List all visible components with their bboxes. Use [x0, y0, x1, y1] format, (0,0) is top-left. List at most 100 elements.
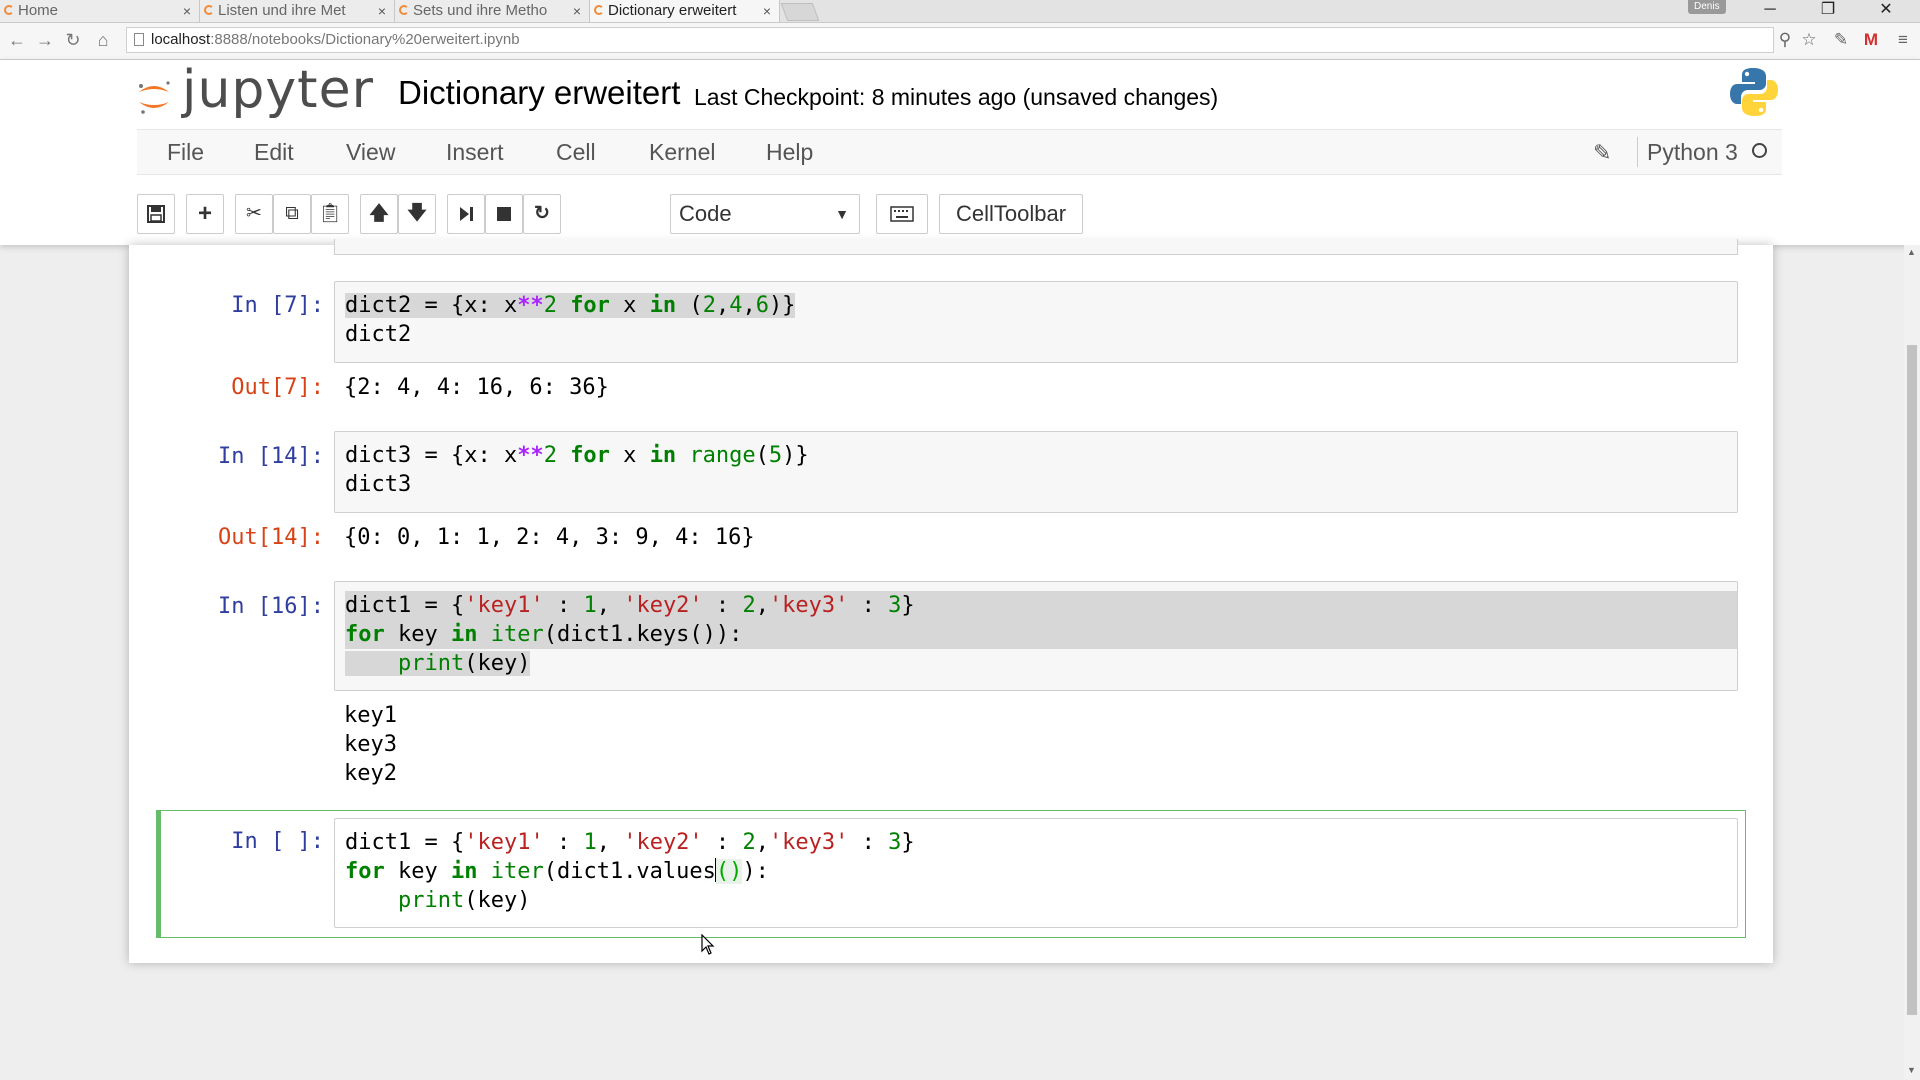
tab-dictionary-erweitert[interactable]: Dictionary erweitert × [590, 0, 780, 22]
chevron-down-icon: ▼ [835, 206, 849, 222]
kernel-idle-indicator-icon [1752, 143, 1767, 158]
page-scrollbar[interactable]: ▲ ▼ [1904, 245, 1920, 1080]
menu-insert[interactable]: Insert [444, 130, 506, 174]
menu-cell[interactable]: Cell [554, 130, 598, 174]
previous-cell-bottom [334, 239, 1738, 255]
extension-icon[interactable]: ✎ [1830, 29, 1852, 51]
move-down-button[interactable]: 🡇 [398, 194, 436, 234]
code-line: print(key) [345, 649, 1737, 678]
kernel-divider [1637, 137, 1638, 167]
jupyter-header: jupyter Dictionary erweitert Last Checkp… [0, 60, 1920, 245]
menu-bar: File Edit View Insert Cell Kernel Help ✎… [137, 129, 1782, 175]
move-up-button[interactable]: 🡅 [360, 194, 398, 234]
step-forward-icon [460, 207, 473, 221]
input-prompt: In [ ]: [231, 829, 324, 854]
code-line: for key in iter(dict1.keys()): [345, 620, 1737, 649]
tab-close-icon[interactable]: × [378, 0, 386, 22]
tab-sets[interactable]: Sets und ihre Metho × [395, 0, 590, 22]
notebook-title[interactable]: Dictionary erweitert [398, 74, 680, 112]
browser-tab-bar: Home × Listen und ihre Met × Sets und ih… [0, 0, 1920, 23]
gmail-extension-icon[interactable]: M [1860, 29, 1882, 51]
code-line: print(key) [397, 888, 531, 913]
tab-home[interactable]: Home × [0, 0, 200, 22]
jupyter-favicon-icon [4, 5, 14, 15]
plus-icon: + [197, 200, 212, 227]
code-line: dict1 = {'key1' : 1, 'key2' : 2,'key3' :… [345, 591, 1737, 620]
reload-icon[interactable]: ↻ [62, 29, 84, 51]
run-button[interactable] [447, 194, 485, 234]
paste-button[interactable]: 📋︎ [311, 194, 349, 234]
cell-output-line: key2 [344, 761, 397, 786]
output-prompt: Out[14]: [218, 525, 324, 550]
forward-icon[interactable]: → [34, 29, 56, 51]
copy-icon: ⧉ [285, 203, 299, 224]
address-toolbar: ← → ↻ ⌂ localhost:8888/notebooks/Diction… [0, 23, 1920, 60]
tab-listen[interactable]: Listen und ihre Met × [200, 0, 395, 22]
minimize-button[interactable]: ─ [1742, 0, 1798, 22]
menu-file[interactable]: File [165, 130, 206, 174]
restore-button[interactable]: ❐ [1800, 0, 1856, 22]
notebook-container: In [7]: dict2 = {x: x**2 for x in (2,4,6… [129, 239, 1773, 963]
scrollbar-thumb[interactable] [1907, 345, 1917, 1015]
python-logo-icon [1730, 68, 1778, 116]
scroll-down-icon[interactable]: ▼ [1907, 1065, 1916, 1075]
cell-type-select[interactable]: Code ▼ [670, 194, 860, 234]
menu-kernel[interactable]: Kernel [647, 130, 717, 174]
back-icon[interactable]: ← [6, 29, 28, 51]
checkpoint-status: Last Checkpoint: 8 minutes ago (unsaved … [694, 84, 1219, 110]
code-cell-input[interactable]: dict2 = {x: x**2 for x in (2,4,6)} dict2 [334, 281, 1738, 363]
output-prompt: Out[7]: [231, 375, 324, 400]
url-host: localhost [151, 31, 211, 48]
url-path: :8888/notebooks/Dictionary%20erweitert.i… [210, 31, 520, 48]
code-editor[interactable]: dict3 = {x: x**2 for x in range(5)} dict3 [345, 441, 809, 499]
browser-menu-icon[interactable]: ≡ [1892, 29, 1914, 51]
menu-edit[interactable]: Edit [252, 130, 296, 174]
menu-view[interactable]: View [344, 130, 397, 174]
scissors-icon: ✂ [246, 203, 262, 224]
tab-close-icon[interactable]: × [763, 0, 771, 22]
tab-label: Sets und ihre Metho [413, 2, 548, 19]
menu-help[interactable]: Help [764, 130, 815, 174]
tab-label: Listen und ihre Met [218, 2, 346, 19]
code-cell-input[interactable]: dict1 = {'key1' : 1, 'key2' : 2,'key3' :… [334, 581, 1738, 691]
code-editor[interactable]: dict1 = {'key1' : 1, 'key2' : 2,'key3' :… [345, 828, 915, 915]
celltoolbar-button[interactable]: CellToolbar [939, 194, 1083, 234]
jupyter-favicon-icon [594, 5, 604, 15]
code-cell-input[interactable]: dict1 = {'key1' : 1, 'key2' : 2,'key3' :… [334, 818, 1738, 928]
paste-icon: 📋︎ [317, 203, 343, 224]
copy-button[interactable]: ⧉ [273, 194, 311, 234]
mouse-pointer-icon [701, 934, 715, 955]
restart-kernel-button[interactable]: ↻ [523, 194, 561, 234]
input-prompt: In [7]: [231, 293, 324, 318]
code-editor[interactable]: dict1 = {'key1' : 1, 'key2' : 2,'key3' :… [335, 591, 1737, 678]
code-editor[interactable]: dict2 = {x: x**2 for x in (2,4,6)} dict2 [345, 291, 796, 349]
cell-output-line: key1 [344, 703, 397, 728]
code-line: dict2 [345, 322, 412, 347]
tab-close-icon[interactable]: × [573, 0, 581, 22]
code-line: for key in iter(dict1.values()): [345, 858, 769, 884]
scroll-up-icon[interactable]: ▲ [1907, 247, 1916, 257]
code-cell-input[interactable]: dict3 = {x: x**2 for x in range(5)} dict3 [334, 431, 1738, 513]
profile-badge[interactable]: Denis [1688, 0, 1726, 14]
code-line: dict3 [345, 472, 412, 497]
jupyter-favicon-icon [399, 5, 409, 15]
tab-label: Home [18, 2, 59, 19]
home-icon[interactable]: ⌂ [92, 29, 114, 51]
cell-output: {0: 0, 1: 1, 2: 4, 3: 9, 4: 16} [344, 525, 755, 550]
tab-close-icon[interactable]: × [183, 0, 191, 22]
cell-output: {2: 4, 4: 16, 6: 36} [344, 375, 609, 400]
arrow-down-icon: 🡇 [407, 203, 427, 224]
bookmark-star-icon[interactable]: ☆ [1798, 29, 1820, 51]
url-input[interactable]: localhost:8888/notebooks/Dictionary%20er… [126, 27, 1774, 53]
new-tab-button[interactable] [780, 3, 820, 21]
code-line: dict2 = {x: x**2 for x in (2,4,6)} [345, 293, 796, 318]
arrow-up-icon: 🡅 [369, 203, 389, 224]
zoom-icon[interactable]: ⚲ [1774, 29, 1796, 51]
cell-type-value: Code [679, 201, 732, 226]
save-button[interactable] [137, 194, 175, 234]
insert-cell-button[interactable]: + [186, 194, 224, 234]
command-palette-button[interactable] [876, 194, 928, 234]
interrupt-button[interactable] [485, 194, 523, 234]
cut-button[interactable]: ✂ [235, 194, 273, 234]
close-window-button[interactable]: ✕ [1858, 0, 1914, 22]
